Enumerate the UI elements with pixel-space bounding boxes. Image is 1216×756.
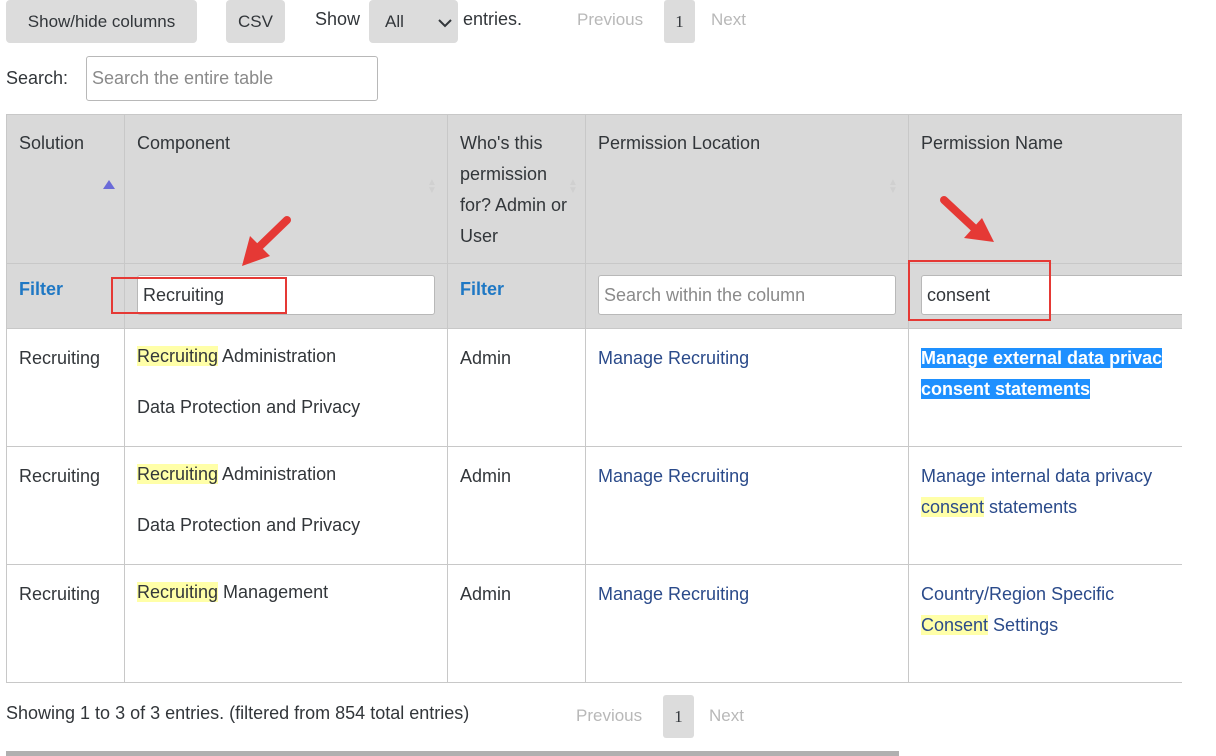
- permission-name-rest: Settings: [988, 615, 1059, 635]
- chevron-down-icon: [438, 13, 452, 33]
- permission-name-line1: Manage external data privac: [921, 348, 1163, 368]
- component-cell: Recruiting Management: [125, 565, 447, 605]
- solution-cell: Recruiting: [19, 466, 101, 486]
- permission-name-line1: Manage internal data privacy: [921, 466, 1153, 486]
- component-highlight: Recruiting: [137, 464, 219, 484]
- header-solution-label: Solution: [19, 133, 85, 153]
- entries-label: entries.: [463, 9, 523, 29]
- pagination-page-bottom[interactable]: 1: [663, 695, 694, 738]
- pagination-previous-bottom[interactable]: Previous: [576, 706, 642, 726]
- table-row: Recruiting Recruiting Administration Dat…: [6, 328, 1182, 447]
- permission-name-highlight: consent: [921, 497, 985, 517]
- who-cell: Admin: [460, 348, 512, 368]
- location-link[interactable]: Manage Recruiting: [586, 565, 908, 610]
- permission-name-filter-input[interactable]: [921, 275, 1182, 315]
- table-row: Recruiting Recruiting Administration Dat…: [6, 446, 1182, 565]
- component-filter-input[interactable]: [137, 275, 435, 315]
- who-cell: Admin: [460, 584, 512, 604]
- pagination-previous-top[interactable]: Previous: [577, 10, 643, 30]
- filter-link-who[interactable]: Filter: [448, 264, 585, 300]
- solution-cell: Recruiting: [19, 584, 101, 604]
- permissions-table-wrapper: Solution Component ▲ ▼ Who's this permiss…: [6, 114, 1182, 683]
- component-cell: Recruiting Administration Data Protectio…: [125, 447, 447, 538]
- pagination-next-top[interactable]: Next: [711, 10, 746, 30]
- header-component-label: Component: [137, 133, 231, 153]
- search-input[interactable]: [86, 56, 378, 101]
- component-text: Administration: [218, 346, 337, 366]
- horizontal-scrollbar[interactable]: [6, 751, 899, 756]
- component-line2: Data Protection and Privacy: [137, 515, 361, 535]
- solution-cell: Recruiting: [19, 348, 101, 368]
- csv-label: CSV: [238, 11, 273, 31]
- filter-cell-solution: Filter: [6, 263, 125, 329]
- csv-button[interactable]: CSV: [226, 0, 285, 43]
- pagination-page-top-label: 1: [675, 11, 684, 31]
- sort-unsorted-icon: ▲ ▼: [427, 177, 437, 196]
- permission-name-cell[interactable]: Manage external data privac consent stat…: [909, 329, 1182, 405]
- filter-cell-who: Filter: [447, 263, 586, 329]
- header-location[interactable]: Permission Location ▲ ▼: [585, 114, 909, 264]
- component-text: Management: [218, 582, 329, 602]
- pagination-page-bottom-label: 1: [674, 706, 683, 726]
- filter-cell-location: [585, 263, 909, 329]
- table-row: Recruiting Recruiting Management Admin M…: [6, 564, 1182, 683]
- component-highlight: Recruiting: [137, 346, 219, 366]
- permission-name-highlight: Consent: [921, 615, 989, 635]
- header-solution[interactable]: Solution: [6, 114, 125, 264]
- sort-unsorted-icon: ▲ ▼: [568, 177, 578, 196]
- filter-cell-permission-name: [908, 263, 1182, 329]
- entries-select[interactable]: All: [369, 0, 458, 43]
- filter-link-solution[interactable]: Filter: [7, 264, 124, 300]
- component-cell: Recruiting Administration Data Protectio…: [125, 329, 447, 420]
- location-link[interactable]: Manage Recruiting: [586, 329, 908, 374]
- component-text: Administration: [218, 464, 337, 484]
- location-link[interactable]: Manage Recruiting: [586, 447, 908, 492]
- component-highlight: Recruiting: [137, 582, 219, 602]
- sort-unsorted-icon: ▲ ▼: [888, 177, 898, 196]
- table-info: Showing 1 to 3 of 3 entries. (filtered f…: [6, 703, 470, 723]
- header-who[interactable]: Who's this permission for? Admin or User…: [447, 114, 586, 264]
- component-line2: Data Protection and Privacy: [137, 397, 361, 417]
- header-who-label: Who's this permission for? Admin or User: [460, 133, 568, 246]
- header-permission-name-label: Permission Name: [921, 133, 1064, 153]
- annotation-arrow-icon: [940, 196, 994, 242]
- sort-ascending-icon: [103, 180, 115, 189]
- search-label: Search:: [6, 68, 69, 88]
- permissions-table: Solution Component ▲ ▼ Who's this permiss…: [6, 114, 1182, 683]
- location-filter-input[interactable]: [598, 275, 896, 315]
- permission-name-rest: statements: [984, 497, 1078, 517]
- pagination-page-top[interactable]: 1: [664, 0, 695, 43]
- show-hide-columns-label: Show/hide columns: [27, 11, 176, 31]
- permission-name-line2: consent statements: [921, 379, 1091, 399]
- header-location-label: Permission Location: [598, 133, 761, 153]
- entries-select-value: All: [385, 11, 404, 31]
- show-label: Show: [315, 9, 361, 29]
- who-cell: Admin: [460, 466, 512, 486]
- pagination-next-bottom[interactable]: Next: [709, 706, 744, 726]
- permission-name-link[interactable]: Manage internal data privacy consent sta…: [909, 447, 1182, 523]
- permission-name-link[interactable]: Country/Region Specific Consent Settings: [909, 565, 1182, 641]
- annotation-arrow-icon: [242, 216, 291, 266]
- show-hide-columns-button[interactable]: Show/hide columns: [6, 0, 197, 43]
- permission-name-line1: Country/Region Specific: [921, 584, 1115, 604]
